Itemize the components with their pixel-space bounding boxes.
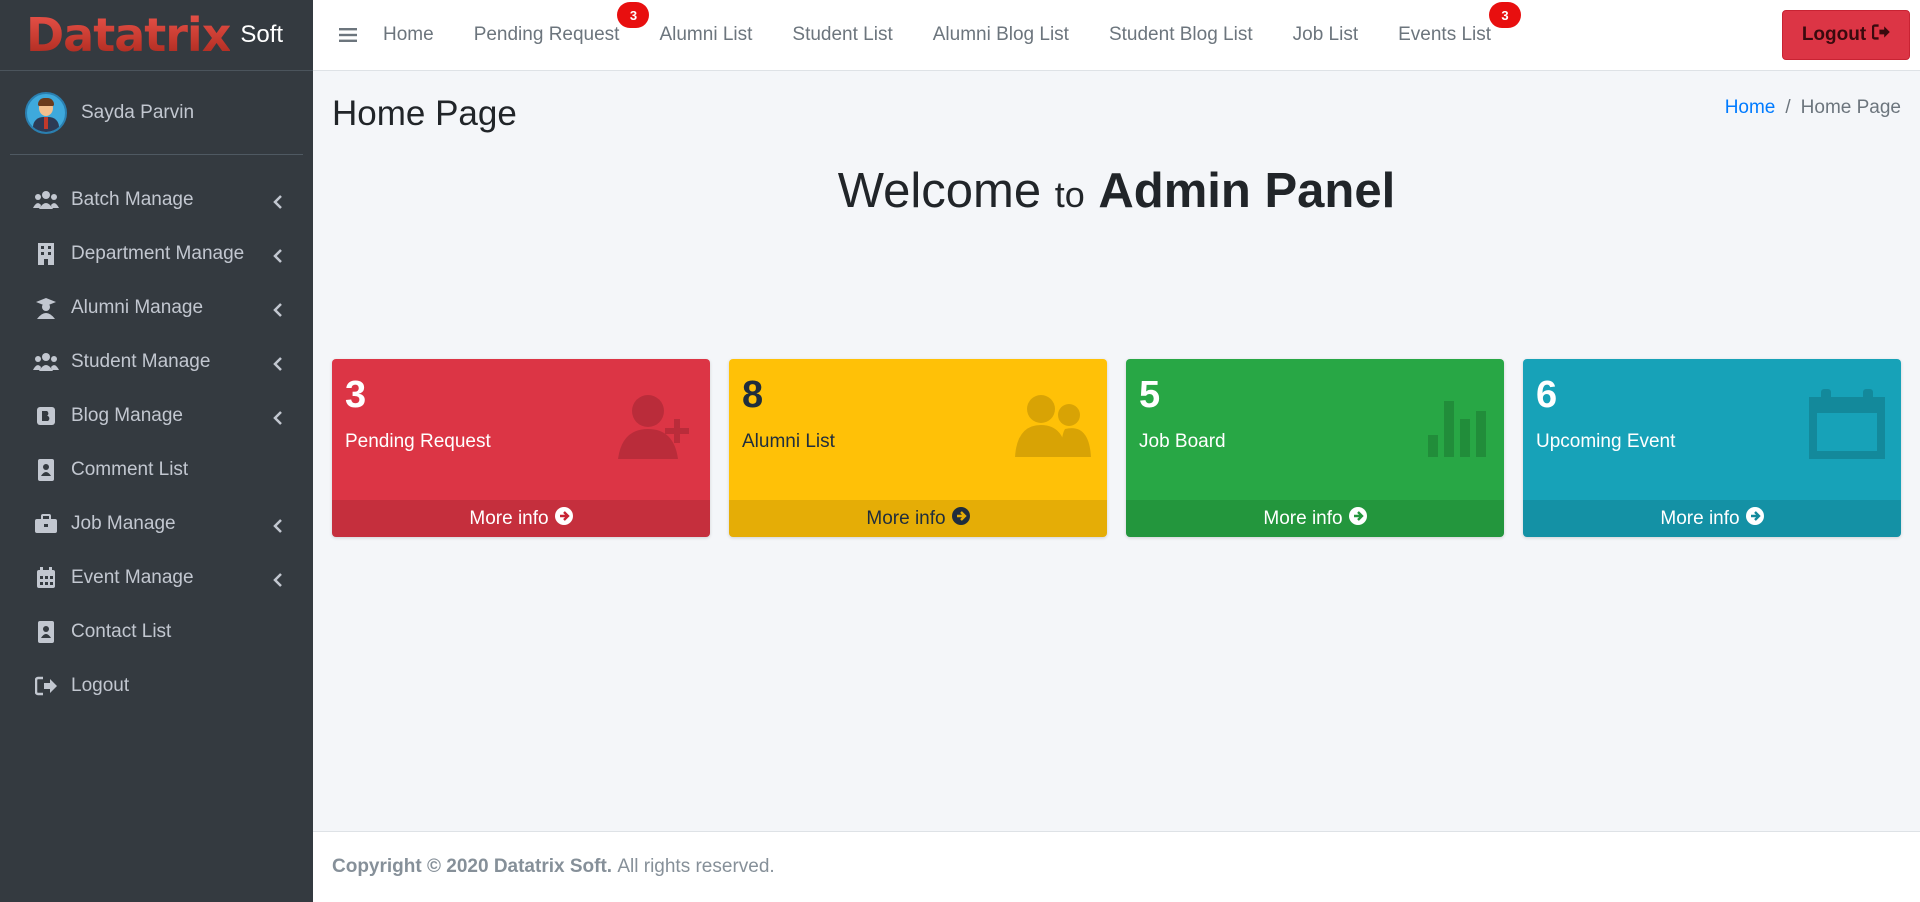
logout-label: Logout [1801,24,1867,45]
users-icon [33,189,59,211]
notification-badge: 3 [1489,2,1522,28]
nav-label: Events List [1398,24,1492,45]
user-name[interactable]: Sayda Parvin [81,102,194,124]
more-info-label: More info [469,507,549,529]
sidebar-item-label: Blog Manage [71,405,183,426]
blog-icon [33,405,59,427]
users-icon [1013,389,1093,461]
sidebar-item-blog-manage[interactable]: Blog Manage [0,389,313,443]
arrow-circle-right-icon [1348,506,1367,531]
nav-events-list[interactable]: Events List 3 [1398,2,1522,46]
more-info-link[interactable]: More info [1126,500,1504,537]
sidebar-item-label: Comment List [71,459,189,480]
sidebar-item-label: Student Manage [71,351,211,372]
contact-card-icon [33,459,59,481]
sidebar-item-label: Department Manage [71,243,245,264]
more-info-label: More info [1660,507,1740,529]
notification-badge: 3 [617,2,650,28]
brand-suffix: Soft [240,21,284,48]
chevron-left-icon [273,301,283,317]
chevron-left-icon [273,409,283,425]
welcome-heading: Welcome to Admin Panel [313,163,1920,219]
briefcase-icon [33,513,59,535]
calendar-icon [33,567,59,589]
copyright-text: Copyright © 2020 Datatrix Soft. [332,856,613,877]
welcome-to-text: to [1054,174,1085,215]
chevron-left-icon [273,355,283,371]
page-title: Home Page [332,94,517,133]
nav-alumni-blog-list[interactable]: Alumni Blog List [933,24,1069,46]
sidebar-item-label: Event Manage [71,567,194,588]
brand[interactable]: Datatrix Soft [0,0,313,71]
welcome-admin-panel-text: Admin Panel [1098,164,1396,218]
brand-logo: Datatrix [26,8,231,62]
arrow-circle-right-icon [951,506,970,531]
breadcrumb: Home / Home Page [1725,97,1901,119]
page-footer: Copyright © 2020 Datatrix Soft. All righ… [313,831,1920,902]
user-panel: Sayda Parvin [10,71,303,155]
arrow-circle-right-icon [1745,506,1764,531]
sidebar-item-logout[interactable]: Logout [0,659,313,713]
sidebar-item-comment-list[interactable]: Comment List [0,443,313,497]
nav-home[interactable]: Home [383,24,434,46]
sidebar-item-department-manage[interactable]: Department Manage [0,227,313,281]
users-icon [33,351,59,373]
sidebar-item-label: Logout [71,675,130,696]
nav-job-list[interactable]: Job List [1293,24,1358,46]
nav-student-list[interactable]: Student List [792,24,892,46]
sidebar-item-alumni-manage[interactable]: Alumni Manage [0,281,313,335]
arrow-circle-right-icon [554,506,573,531]
card-alumni-list: 8 Alumni List More info [729,359,1107,537]
sidebar-item-contact-list[interactable]: Contact List [0,605,313,659]
sidebar: Datatrix Soft Sayda Parvin Batch Manage … [0,0,313,902]
sidebar-item-label: Job Manage [71,513,176,534]
sidebar-item-batch-manage[interactable]: Batch Manage [0,173,313,227]
nav-student-blog-list[interactable]: Student Blog List [1109,24,1253,46]
card-pending-request: 3 Pending Request More info [332,359,710,537]
card-job-board: 5 Job Board More info [1126,359,1504,537]
more-info-link[interactable]: More info [729,500,1107,537]
nav-alumni-list[interactable]: Alumni List [659,24,752,46]
more-info-link[interactable]: More info [332,500,710,537]
card-upcoming-event: 6 Upcoming Event More info [1523,359,1901,537]
building-icon [33,243,59,265]
sidebar-item-label: Alumni Manage [71,297,204,318]
more-info-link[interactable]: More info [1523,500,1901,537]
main-content: Home Page Home / Home Page Welcome to Ad… [313,71,1920,831]
bar-chart-icon [1410,389,1490,461]
chevron-left-icon [273,571,283,587]
menu-toggle-icon[interactable] [313,0,383,71]
top-navbar: Home Pending Request 3 Alumni List Studen… [313,0,1920,71]
user-plus-icon [616,389,696,461]
nav-pending-request[interactable]: Pending Request 3 [473,2,650,46]
contact-card-icon [33,621,59,643]
sidebar-menu: Batch Manage Department Manage Alumni Ma… [0,155,313,713]
welcome-text: Welcome [837,164,1042,218]
chevron-left-icon [273,517,283,533]
sidebar-item-label: Batch Manage [71,189,194,210]
chevron-left-icon [273,247,283,263]
sidebar-item-job-manage[interactable]: Job Manage [0,497,313,551]
more-info-label: More info [866,507,946,529]
logout-button[interactable]: Logout [1782,10,1910,60]
breadcrumb-home-link[interactable]: Home [1725,97,1776,119]
graduate-icon [33,297,59,319]
rights-text: All rights reserved. [617,856,775,877]
sidebar-item-label: Contact List [71,621,172,642]
stat-cards: 3 Pending Request More info 8 Alumni Lis… [332,359,1902,537]
avatar[interactable] [25,91,67,134]
sign-out-icon [33,675,59,697]
sign-out-icon [1871,24,1890,46]
sidebar-item-student-manage[interactable]: Student Manage [0,335,313,389]
chevron-left-icon [273,193,283,209]
calendar-icon [1807,389,1887,461]
breadcrumb-separator: / [1785,97,1791,118]
sidebar-item-event-manage[interactable]: Event Manage [0,551,313,605]
breadcrumb-current: Home Page [1800,97,1901,118]
nav-label: Pending Request [473,24,620,45]
more-info-label: More info [1263,507,1343,529]
